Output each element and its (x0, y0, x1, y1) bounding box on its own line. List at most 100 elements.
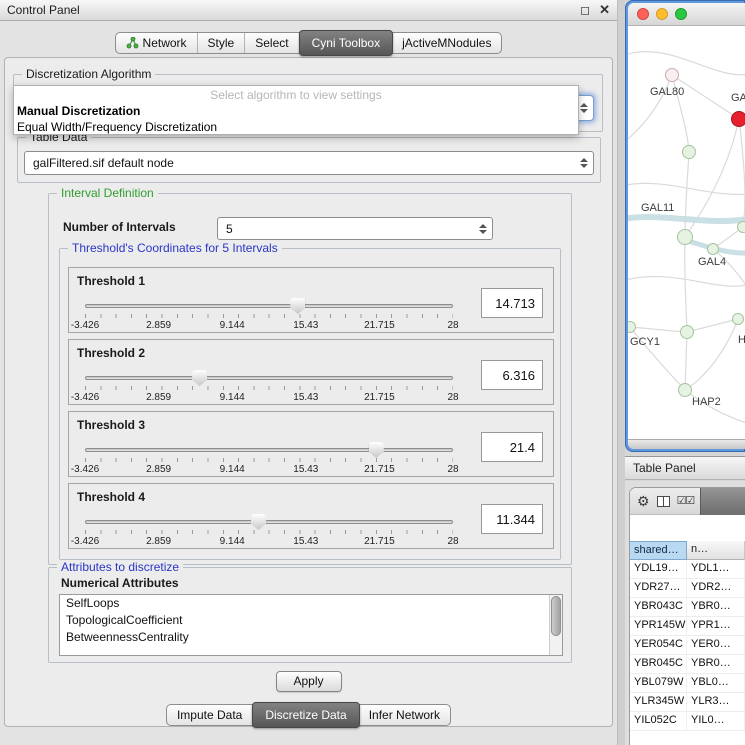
list-scrollbar[interactable] (549, 595, 562, 655)
panel-divider[interactable] (618, 0, 625, 745)
network-icon (126, 37, 139, 49)
scale-label: 15.43 (293, 464, 318, 475)
close-button[interactable] (637, 8, 649, 20)
network-node[interactable] (665, 68, 679, 82)
number-of-intervals-combo[interactable]: 5 (217, 217, 493, 240)
interval-definition-group: Interval Definition Number of Intervals … (48, 193, 572, 565)
tab-select-label: Select (255, 36, 288, 50)
list-item[interactable]: TopologicalCoefficient (60, 612, 562, 629)
threshold-4-slider[interactable]: -3.426 2.859 9.144 15.43 21.715 28 (85, 514, 453, 550)
table-row[interactable]: YBL079WYBL0… (630, 674, 745, 693)
table-data-combo-value: galFiltered.sif default node (33, 152, 573, 174)
network-node[interactable] (680, 325, 694, 339)
scale-label: 9.144 (220, 320, 245, 331)
scale-label: 9.144 (220, 392, 245, 403)
scale-label: -3.426 (71, 392, 99, 403)
node-table: shared… n… YDL19…YDL1…YDR27…YDR2…YBR043C… (630, 515, 745, 745)
slider-thumb[interactable] (369, 442, 384, 458)
algorithm-placeholder: Select algorithm to view settings (14, 87, 578, 103)
network-node[interactable] (677, 229, 693, 245)
select-all-checkboxes-icon[interactable]: ☑☑ (677, 496, 695, 507)
float-window-icon[interactable]: ◻ (580, 3, 590, 17)
tab-jactivemnodules-label: jActiveMNodules (402, 36, 491, 50)
threshold-2-value-field[interactable] (481, 360, 543, 390)
column-header-shared-name[interactable]: shared… (630, 541, 687, 560)
table-row[interactable]: YDR27…YDR2… (630, 579, 745, 598)
threshold-3-value-field[interactable] (481, 432, 543, 462)
tab-infer-network[interactable]: Infer Network (359, 705, 450, 725)
column-header-name[interactable]: n… (687, 541, 745, 560)
table-data-combo[interactable]: galFiltered.sif default node (24, 151, 594, 175)
slider-track (85, 448, 453, 452)
tab-cyni-toolbox-label: Cyni Toolbox (312, 36, 380, 50)
network-node[interactable] (732, 313, 744, 325)
network-node[interactable] (682, 145, 696, 159)
control-panel-titlebar: Control Panel ◻ ✕ (0, 0, 617, 21)
tab-impute-data[interactable]: Impute Data (167, 705, 253, 725)
table-row[interactable]: YLR345WYLR3… (630, 693, 745, 712)
toolbar-filler (700, 487, 745, 516)
network-window-titlebar[interactable] (628, 3, 745, 26)
network-node-label: GAL4 (698, 256, 726, 268)
numerical-attributes-list[interactable]: SelfLoopsTopologicalCoefficientBetweenne… (59, 594, 563, 656)
tab-style-label: Style (208, 36, 235, 50)
close-window-icon[interactable]: ✕ (599, 2, 610, 18)
threshold-4-panel: Threshold 4 -3.426 2.859 9.144 15.43 21.… (68, 483, 554, 549)
tab-jactivemnodules[interactable]: jActiveMNodules (392, 33, 501, 53)
threshold-1-slider[interactable]: -3.426 2.859 9.144 15.43 21.715 28 (85, 298, 453, 334)
network-node[interactable] (737, 221, 745, 233)
dropdown-item-equal-width-frequency[interactable]: Equal Width/Frequency Discretization (14, 119, 578, 135)
tab-style[interactable]: Style (198, 33, 246, 53)
network-node-label: GCY1 (630, 336, 660, 348)
control-panel-tabbar: Network Style Select Cyni Toolbox jActiv… (0, 29, 617, 56)
dropdown-item-manual-discretization[interactable]: Manual Discretization (14, 103, 578, 119)
threshold-2-slider[interactable]: -3.426 2.859 9.144 15.43 21.715 28 (85, 370, 453, 406)
slider-thumb[interactable] (192, 370, 207, 386)
scale-label: 21.715 (364, 320, 395, 331)
network-canvas[interactable]: GAL80GAGAL11GAL4GCY1HHAP2 (628, 26, 745, 439)
list-item[interactable]: BetweennessCentrality (60, 629, 562, 646)
minimize-button[interactable] (656, 8, 668, 20)
slider-ticks (85, 458, 453, 462)
network-node[interactable] (731, 111, 745, 127)
table-panel-title: Table Panel (633, 461, 696, 475)
network-node[interactable] (707, 243, 719, 255)
table-row[interactable]: YIL052CYIL0… (630, 712, 745, 731)
table-row[interactable]: YPR145WYPR1… (630, 617, 745, 636)
table-toolbar: ⚙ ☑☑ ☑ (630, 488, 745, 515)
tab-cyni-toolbox[interactable]: Cyni Toolbox (299, 30, 393, 56)
threshold-1-value-field[interactable] (481, 288, 543, 318)
scale-label: -3.426 (71, 320, 99, 331)
number-of-intervals-label: Number of Intervals (63, 220, 176, 234)
network-node[interactable] (678, 383, 692, 397)
network-node-label: H (738, 334, 745, 346)
discretization-algorithm-group-title: Discretization Algorithm (22, 67, 155, 81)
table-row[interactable]: YBR043CYBR0… (630, 598, 745, 617)
tab-discretize-data-label: Discretize Data (265, 708, 346, 722)
threshold-2-label: Threshold 2 (77, 346, 145, 360)
threshold-3-slider[interactable]: -3.426 2.859 9.144 15.43 21.715 28 (85, 442, 453, 478)
columns-icon[interactable] (657, 496, 670, 507)
threshold-3-panel: Threshold 3 -3.426 2.859 9.144 15.43 21.… (68, 411, 554, 477)
scrollbar-thumb[interactable] (551, 596, 561, 636)
scale-label: 21.715 (364, 536, 395, 547)
table-row[interactable]: YBR045CYBR0… (630, 655, 745, 674)
threshold-4-label: Threshold 4 (77, 490, 145, 504)
table-row[interactable]: YDL19…YDL1… (630, 560, 745, 579)
table-panel-titlebar: Table Panel (625, 456, 745, 480)
list-item[interactable]: SelfLoops (60, 595, 562, 612)
threshold-4-value-field[interactable] (481, 504, 543, 534)
tab-select[interactable]: Select (245, 33, 299, 53)
slider-thumb[interactable] (290, 298, 305, 314)
scale-label: 2.859 (146, 392, 171, 403)
scale-label: 15.43 (293, 320, 318, 331)
combo-arrows-icon (580, 158, 588, 168)
gear-icon[interactable]: ⚙ (637, 494, 650, 508)
tab-network[interactable]: Network (116, 33, 198, 53)
table-row[interactable]: YER054CYER0… (630, 636, 745, 655)
zoom-button[interactable] (675, 8, 687, 20)
slider-track (85, 304, 453, 308)
apply-button[interactable]: Apply (276, 671, 342, 692)
slider-thumb[interactable] (251, 514, 266, 530)
tab-discretize-data[interactable]: Discretize Data (252, 702, 359, 728)
